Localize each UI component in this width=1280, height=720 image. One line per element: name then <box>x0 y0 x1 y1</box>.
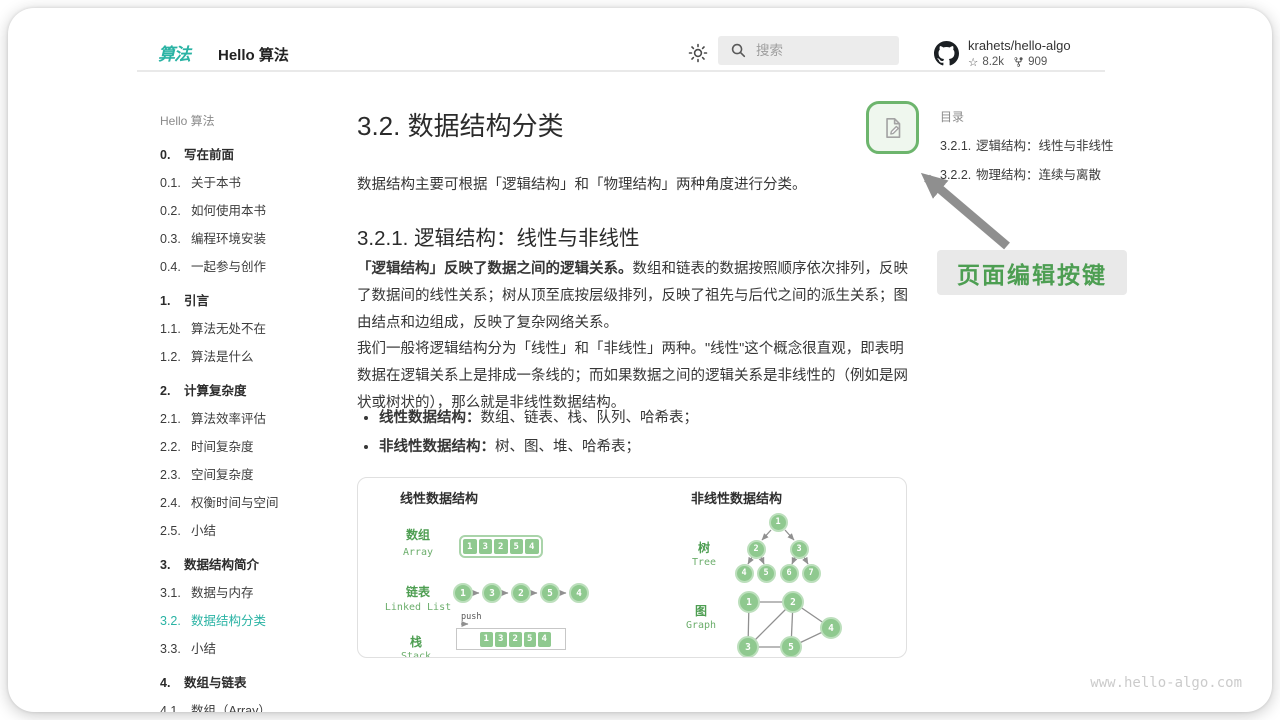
fork-icon <box>1013 56 1024 68</box>
tree-label-en: Tree <box>692 557 716 568</box>
sidebar-item-2-2[interactable]: 2.2.时间复杂度 <box>160 436 345 455</box>
tree-node: 5 <box>757 564 776 583</box>
tree-node: 4 <box>735 564 754 583</box>
sidebar-item-0-4[interactable]: 0.4.一起参与创作 <box>160 256 345 275</box>
sidebar-item-2-1[interactable]: 2.1.算法效率评估 <box>160 408 345 427</box>
array-diagram: 1 3 2 5 4 <box>459 535 543 558</box>
sidebar-item-0[interactable]: 0.写在前面 <box>160 144 345 163</box>
graph-label-zh: 图 <box>695 602 707 619</box>
graph-node: 1 <box>738 591 760 613</box>
site-watermark: www.hello-algo.com <box>1078 675 1242 691</box>
list-node: 5 <box>540 583 560 603</box>
sidebar-item-0-2[interactable]: 0.2.如何使用本书 <box>160 200 345 219</box>
array-label-zh: 数组 <box>406 526 430 543</box>
list-item-nonlinear: 非线性数据结构：树、图、堆、哈希表； <box>379 436 909 458</box>
site-title[interactable]: Hello 算法 <box>218 44 289 65</box>
sidebar-item-1-1[interactable]: 1.1.算法无处不在 <box>160 318 345 337</box>
sidebar-item-3-3[interactable]: 3.3.小结 <box>160 638 345 657</box>
sidebar-section-label: Hello 算法 <box>160 112 345 129</box>
toc-title: 目录 <box>940 108 1114 125</box>
app-window: 算法 Hello 算法 krahets/hello-algo ☆ <box>8 8 1272 712</box>
search-icon <box>731 43 746 58</box>
github-icon <box>934 41 959 66</box>
tree-node: 3 <box>790 540 809 559</box>
sidebar-item-1[interactable]: 1.引言 <box>160 290 345 309</box>
sidebar-item-4[interactable]: 4.数组与链表 <box>160 672 345 691</box>
list-label-en: Linked List <box>385 602 451 613</box>
sidebar-nav: Hello 算法 0.写在前面 0.1.关于本书 0.2.如何使用本书 0.3.… <box>160 112 345 712</box>
page-title: 3.2. 数据结构分类 <box>357 106 564 143</box>
paragraph-linear-nonlinear: 我们一般将逻辑结构分为「线性」和「非线性」两种。"线性"这个概念很直观，即表明数… <box>357 336 909 417</box>
star-icon: ☆ <box>968 55 978 69</box>
sidebar-item-0-3[interactable]: 0.3.编程环境安装 <box>160 228 345 247</box>
page-edit-button[interactable] <box>866 101 919 154</box>
figure-nonlinear-title: 非线性数据结构 <box>691 488 782 507</box>
figure-linear-title: 线性数据结构 <box>400 488 478 507</box>
graph-node: 3 <box>737 636 759 658</box>
tree-node: 6 <box>780 564 799 583</box>
toc-nav: 目录 3.2.1.逻辑结构：线性与非线性 3.2.2.物理结构：连续与离散 <box>940 108 1114 183</box>
sidebar-item-2[interactable]: 2.计算复杂度 <box>160 380 345 399</box>
sidebar-item-1-2[interactable]: 1.2.算法是什么 <box>160 346 345 365</box>
annotation-label: 页面编辑按键 <box>937 250 1127 295</box>
list-node: 3 <box>482 583 502 603</box>
site-logo[interactable]: 算法 <box>158 40 190 65</box>
star-count: 8.2k <box>982 56 1004 68</box>
array-label-en: Array <box>403 547 433 558</box>
fork-count: 909 <box>1028 56 1047 68</box>
github-repo-link[interactable]: krahets/hello-algo ☆ 8.2k 909 <box>934 38 1071 69</box>
graph-node: 2 <box>782 591 804 613</box>
repo-name: krahets/hello-algo <box>968 38 1071 53</box>
graph-node: 4 <box>820 617 842 639</box>
tree-node: 1 <box>769 513 788 532</box>
section-heading: 3.2.1. 逻辑结构：线性与非线性 <box>357 221 640 251</box>
paragraph-logical-structure: 「逻辑结构」反映了数据之间的逻辑关系。数组和链表的数据按照顺序依次排列，反映了数… <box>357 256 909 337</box>
list-node: 1 <box>453 583 473 603</box>
sidebar-item-3[interactable]: 3.数据结构简介 <box>160 554 345 573</box>
stack-diagram: 1 3 2 5 4 <box>456 628 566 650</box>
list-label-zh: 链表 <box>406 583 430 600</box>
stack-label-en: Stack <box>401 651 431 658</box>
edit-document-icon <box>880 115 906 141</box>
list-node: 2 <box>511 583 531 603</box>
tree-label-zh: 树 <box>698 539 710 556</box>
stack-label-zh: 栈 <box>410 633 422 650</box>
structure-list: 线性数据结构：数组、链表、栈、队列、哈希表； 非线性数据结构：树、图、堆、哈希表… <box>357 407 909 465</box>
list-item-linear: 线性数据结构：数组、链表、栈、队列、哈希表； <box>379 407 909 429</box>
theme-toggle-button[interactable] <box>688 43 708 63</box>
sidebar-item-4-1[interactable]: 4.1.数组（Array） <box>160 700 345 712</box>
stack-push-label: push <box>461 612 481 622</box>
sidebar-item-2-4[interactable]: 2.4.权衡时间与空间 <box>160 492 345 511</box>
tree-node: 2 <box>747 540 766 559</box>
sidebar-item-3-1[interactable]: 3.1.数据与内存 <box>160 582 345 601</box>
search-input[interactable] <box>756 43 886 58</box>
sidebar-item-2-5[interactable]: 2.5.小结 <box>160 520 345 539</box>
toc-item-1[interactable]: 3.2.1.逻辑结构：线性与非线性 <box>940 135 1114 154</box>
sidebar-item-3-2-active[interactable]: 3.2.数据结构分类 <box>160 610 345 629</box>
graph-label-en: Graph <box>686 620 716 631</box>
list-node: 4 <box>569 583 589 603</box>
sidebar-item-0-1[interactable]: 0.1.关于本书 <box>160 172 345 191</box>
tree-node: 7 <box>802 564 821 583</box>
repo-stats: ☆ 8.2k 909 <box>968 55 1071 69</box>
sun-icon <box>688 43 708 63</box>
search-box[interactable] <box>718 36 899 65</box>
toc-item-2[interactable]: 3.2.2.物理结构：连续与离散 <box>940 164 1114 183</box>
graph-node: 5 <box>780 636 802 658</box>
header-divider <box>137 70 1105 72</box>
sidebar-item-2-3[interactable]: 2.3.空间复杂度 <box>160 464 345 483</box>
intro-paragraph: 数据结构主要可根据「逻辑结构」和「物理结构」两种角度进行分类。 <box>357 172 909 199</box>
data-structures-figure: 线性数据结构 非线性数据结构 数组 Array 1 3 2 5 4 链表 Lin… <box>357 477 907 658</box>
